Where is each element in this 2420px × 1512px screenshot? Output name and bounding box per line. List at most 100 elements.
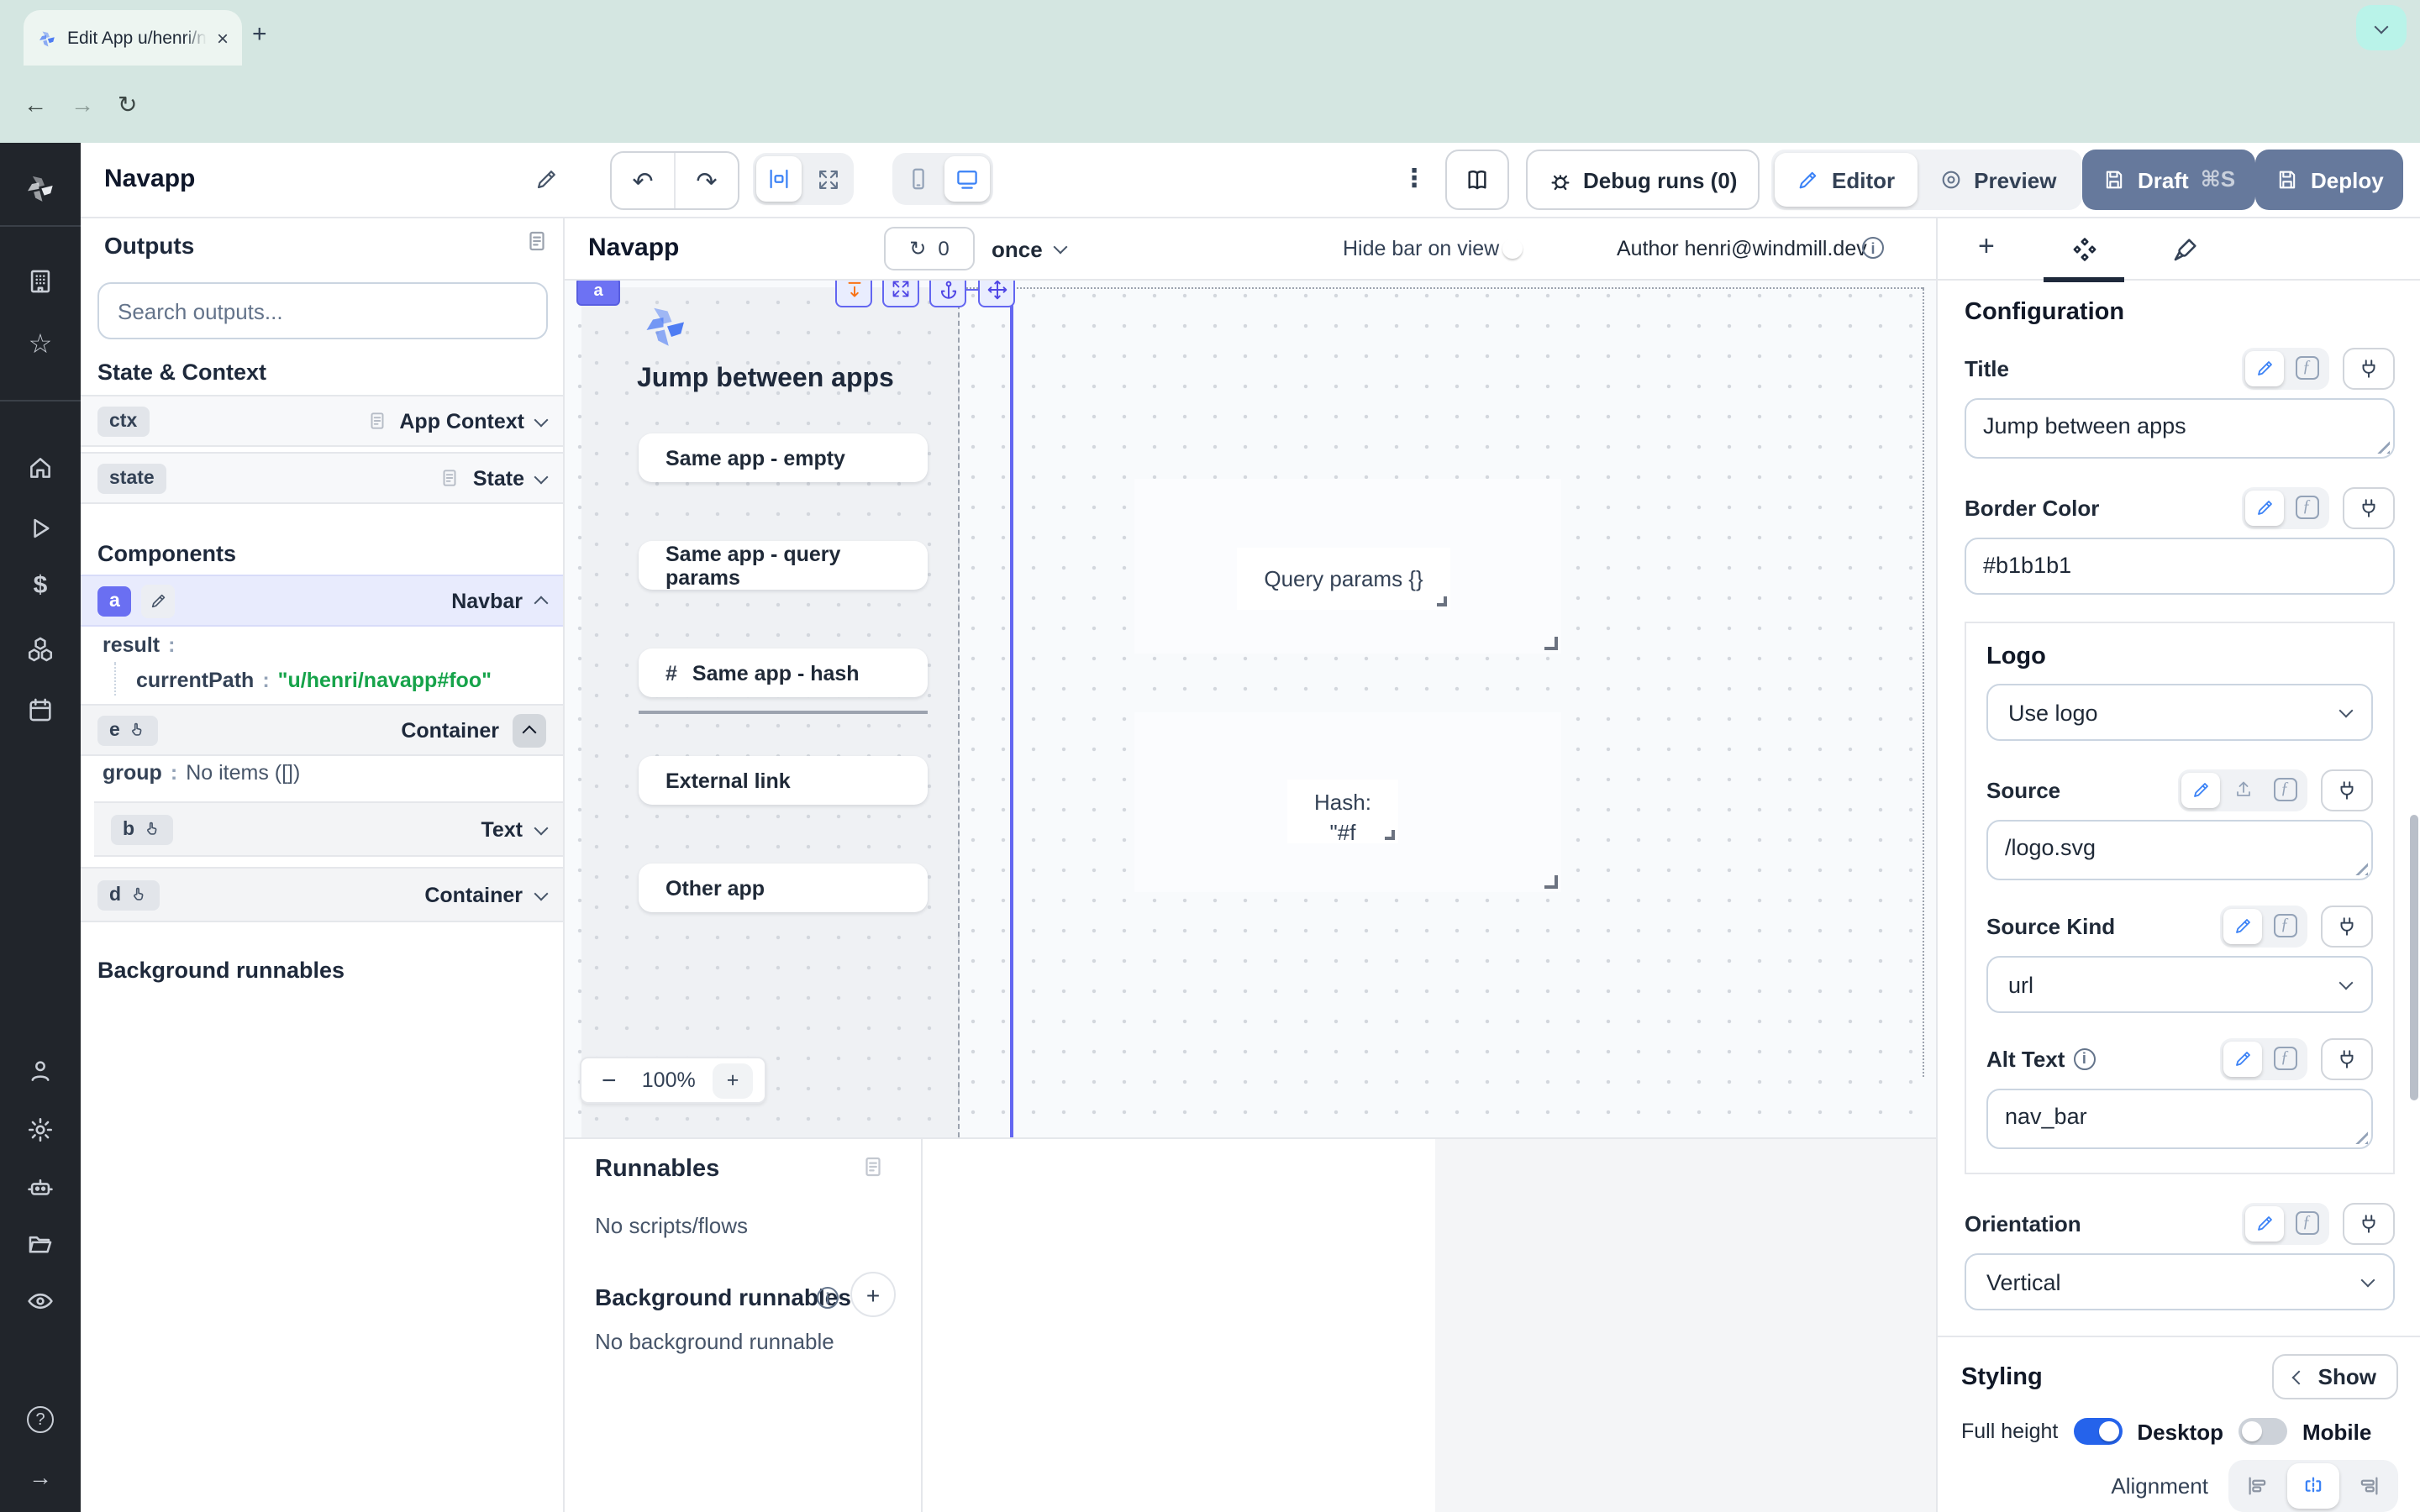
nav-link-query-params[interactable]: Same app - query params xyxy=(639,541,928,590)
users-icon[interactable] xyxy=(26,1057,55,1085)
add-background-runnable-button[interactable]: + xyxy=(850,1272,896,1317)
mobile-toggle[interactable] xyxy=(2238,1418,2287,1445)
nav-link-same-app-empty[interactable]: Same app - empty xyxy=(639,433,928,482)
tab-close-icon[interactable]: × xyxy=(217,28,229,48)
show-styling-button[interactable]: Show xyxy=(2273,1354,2398,1399)
zoom-in-button[interactable]: + xyxy=(713,1063,753,1098)
static-mode-button[interactable] xyxy=(2245,350,2284,386)
fullwidth-layout-button[interactable] xyxy=(805,156,850,202)
doc-panel-icon[interactable] xyxy=(524,228,550,254)
workers-icon[interactable] xyxy=(26,1173,55,1201)
tab-editor[interactable]: Editor xyxy=(1775,153,1917,207)
connect-plug-button[interactable] xyxy=(2343,347,2395,389)
variables-icon[interactable]: $ xyxy=(34,571,48,600)
static-mode-button[interactable] xyxy=(2223,1041,2262,1076)
move-tool[interactable] xyxy=(978,281,1015,307)
component-row-e[interactable]: e Container xyxy=(81,704,563,756)
settings-gear-icon[interactable] xyxy=(26,1116,55,1144)
fx-mode-button[interactable]: ƒ xyxy=(2287,490,2326,525)
full-height-toggle[interactable] xyxy=(2073,1418,2122,1445)
new-tab-button[interactable]: + xyxy=(252,22,267,47)
static-mode-button[interactable] xyxy=(2181,772,2220,807)
hash-text[interactable]: Hash: "#f xyxy=(1287,780,1398,843)
desktop-view-button[interactable] xyxy=(944,156,990,202)
edit-id-button[interactable] xyxy=(142,584,176,617)
nav-link-external[interactable]: External link xyxy=(639,756,928,805)
fullscreen-tool[interactable] xyxy=(882,281,919,307)
deploy-button[interactable]: Deploy xyxy=(2255,150,2404,210)
query-params-container[interactable]: Query params {} xyxy=(1134,479,1561,654)
undo-button[interactable]: ↶ xyxy=(612,151,674,210)
tab-insert-icon[interactable]: + xyxy=(1978,230,1995,264)
static-mode-button[interactable] xyxy=(2245,490,2284,525)
selected-component-tag[interactable]: a xyxy=(576,281,620,306)
help-icon[interactable]: ? xyxy=(27,1406,54,1433)
title-input[interactable]: Jump between apps xyxy=(1965,398,2395,459)
refresh-mode-dropdown[interactable]: once xyxy=(992,227,1066,270)
tab-styling-icon[interactable] xyxy=(2171,235,2200,264)
windmill-logo-icon[interactable] xyxy=(24,171,57,205)
hash-container[interactable]: Hash: "#f xyxy=(1134,712,1561,892)
info-icon[interactable]: i xyxy=(2073,1047,2095,1069)
nav-link-other-app[interactable]: Other app xyxy=(639,864,928,912)
align-right-button[interactable] xyxy=(2343,1463,2395,1509)
resize-grip[interactable] xyxy=(1544,875,1558,889)
debug-runs-button[interactable]: Debug runs (0) xyxy=(1526,150,1759,210)
orientation-select[interactable]: Vertical xyxy=(1965,1253,2395,1310)
redo-button[interactable]: ↷ xyxy=(676,151,738,210)
connect-plug-button[interactable] xyxy=(2343,1202,2395,1244)
align-center-button[interactable] xyxy=(2287,1463,2339,1509)
navbar-component[interactable]: Jump between apps Same app - empty Same … xyxy=(581,287,960,1137)
runs-icon[interactable] xyxy=(26,514,55,543)
canvas-grid[interactable]: Jump between apps Same app - empty Same … xyxy=(565,281,1936,1137)
browser-tab[interactable]: Edit App u/henri/navapp | Win × xyxy=(24,10,242,66)
tab-settings-icon[interactable] xyxy=(2070,235,2099,264)
fx-mode-button[interactable]: ƒ xyxy=(2265,908,2304,943)
mobile-view-button[interactable] xyxy=(896,156,941,202)
fx-mode-button[interactable]: ƒ xyxy=(2265,1041,2304,1076)
folders-icon[interactable] xyxy=(26,1230,55,1258)
zoom-out-button[interactable]: − xyxy=(593,1066,625,1095)
reload-icon[interactable]: ↻ xyxy=(118,91,137,119)
connect-plug-button[interactable] xyxy=(2321,1037,2373,1079)
chevron-up-icon[interactable] xyxy=(534,596,549,611)
rename-pencil-icon[interactable] xyxy=(534,166,560,192)
resize-grip[interactable] xyxy=(1437,596,1447,606)
expand-rail-icon[interactable]: → xyxy=(29,1463,52,1490)
doc-icon[interactable] xyxy=(860,1154,886,1179)
collapse-button[interactable] xyxy=(513,713,546,747)
fx-mode-button[interactable]: ƒ xyxy=(2265,772,2304,807)
expand-down-tool[interactable] xyxy=(835,281,872,307)
workspace-icon[interactable] xyxy=(26,267,55,296)
schedules-icon[interactable] xyxy=(26,696,55,724)
source-input[interactable]: /logo.svg xyxy=(1986,820,2373,880)
component-row-d[interactable]: d Container xyxy=(81,867,563,922)
static-mode-button[interactable] xyxy=(2223,908,2262,943)
tab-search-button[interactable] xyxy=(2356,5,2407,50)
output-row-state[interactable]: state State xyxy=(81,452,563,504)
draft-button[interactable]: Draft ⌘S xyxy=(2082,150,2255,210)
alt-text-input[interactable]: nav_bar xyxy=(1986,1089,2373,1149)
anchor-tool[interactable] xyxy=(929,281,966,307)
search-outputs-input[interactable] xyxy=(97,282,548,339)
query-params-text[interactable]: Query params {} xyxy=(1237,548,1450,610)
output-row-ctx[interactable]: ctx App Context xyxy=(81,395,563,447)
favorites-star-icon[interactable]: ☆ xyxy=(29,333,53,360)
align-left-button[interactable] xyxy=(2232,1463,2284,1509)
source-kind-select[interactable]: url xyxy=(1986,956,2373,1013)
docs-button[interactable] xyxy=(1445,150,1509,210)
resize-grip[interactable] xyxy=(1385,830,1395,840)
forward-icon[interactable]: → xyxy=(71,91,94,118)
tab-preview[interactable]: Preview xyxy=(1917,153,2078,207)
chevron-down-icon[interactable] xyxy=(534,412,549,427)
centered-layout-button[interactable] xyxy=(756,156,802,202)
border-color-input[interactable]: #b1b1b1 xyxy=(1965,538,2395,595)
config-scrollbar[interactable] xyxy=(2410,815,2418,1100)
chevron-down-icon[interactable] xyxy=(534,821,549,835)
audit-eye-icon[interactable] xyxy=(26,1287,55,1315)
fx-mode-button[interactable]: ƒ xyxy=(2287,350,2326,386)
info-icon[interactable]: i xyxy=(817,1287,839,1309)
component-row-b[interactable]: b Text xyxy=(94,801,563,857)
resources-icon[interactable] xyxy=(26,635,55,664)
connect-plug-button[interactable] xyxy=(2321,905,2373,947)
